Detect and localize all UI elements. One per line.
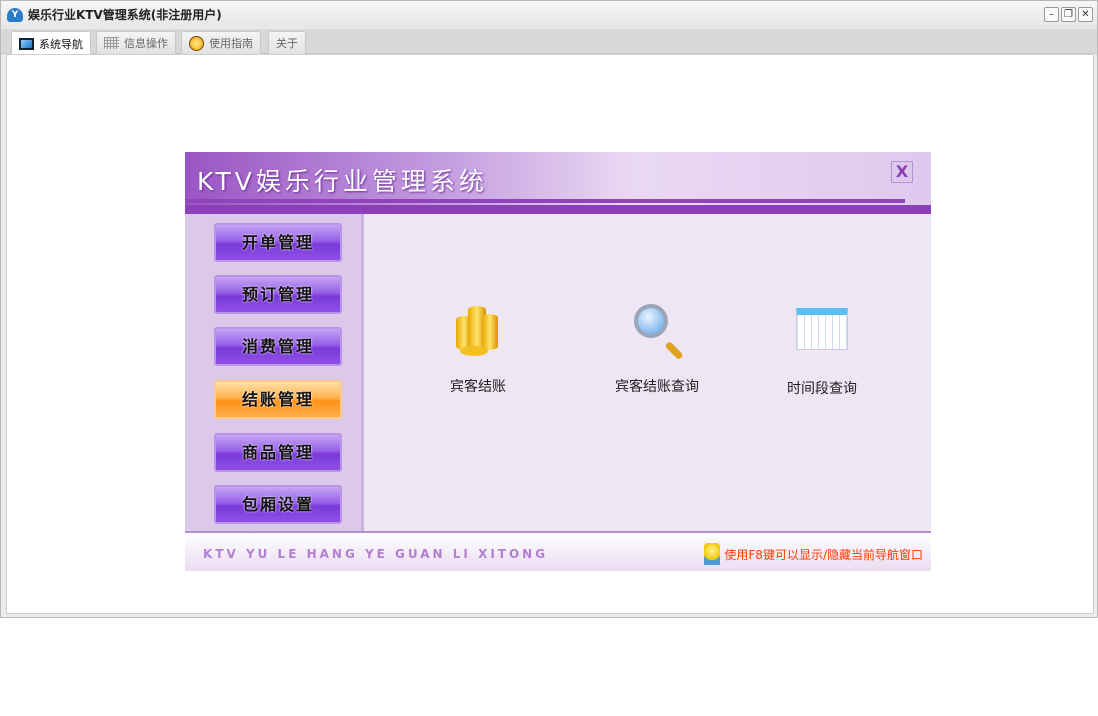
coins-icon (450, 302, 506, 358)
nav-rooms[interactable]: 包厢设置 (214, 485, 342, 524)
magnifier-icon (629, 302, 685, 361)
nav-reservation[interactable]: 预订管理 (214, 275, 342, 314)
action-label: 宾客结账 (450, 379, 506, 395)
tab-about[interactable]: 关于 (268, 31, 306, 54)
action-label: 宾客结账查询 (615, 379, 699, 395)
header-band (185, 205, 931, 214)
action-label: 时间段查询 (787, 381, 857, 397)
panel-header: KTV娱乐行业管理系统 X (185, 152, 931, 214)
calendar-icon (794, 304, 850, 360)
footer-pinyin: KTV YU LE HANG YE GUAN LI XITONG (203, 547, 549, 561)
navigation-panel: KTV娱乐行业管理系统 X 开单管理 预订管理 消费管理 结账管理 商品管理 包… (185, 152, 931, 571)
nav-checkout[interactable]: 结账管理 (214, 380, 342, 419)
tab-label: 信息操作 (124, 37, 168, 50)
nav-open-order[interactable]: 开单管理 (214, 223, 342, 262)
hint-text: 使用F8键可以显示/隐藏当前导航窗口 (724, 547, 923, 562)
monitor-icon (19, 37, 34, 50)
tab-label: 系统导航 (39, 37, 83, 51)
sidebar: 开单管理 预订管理 消费管理 结账管理 商品管理 包厢设置 (185, 214, 364, 531)
tab-bar: 系统导航 信息操作 使用指南 关于 (1, 29, 1097, 55)
footer-hint: 使用F8键可以显示/隐藏当前导航窗口 (704, 543, 923, 565)
guest-checkout-action[interactable]: 宾客结账 (418, 302, 538, 396)
grid-icon (104, 37, 119, 49)
lightbulb-icon (704, 543, 721, 565)
tab-system-nav[interactable]: 系统导航 (11, 31, 91, 55)
help-icon (189, 35, 204, 51)
panel-footer: KTV YU LE HANG YE GUAN LI XITONG 使用F8键可以… (185, 531, 931, 571)
tab-info-ops[interactable]: 信息操作 (96, 31, 176, 54)
nav-consumption[interactable]: 消费管理 (214, 327, 342, 366)
nav-products[interactable]: 商品管理 (214, 433, 342, 472)
minimize-button[interactable]: – (1044, 7, 1059, 22)
panel-title: KTV娱乐行业管理系统 (197, 167, 488, 196)
app-logo-icon: Y (7, 7, 23, 22)
close-window-button[interactable]: ✕ (1078, 7, 1093, 22)
header-divider (185, 199, 905, 203)
title-bar: Y 娱乐行业KTV管理系统(非注册用户) – ❐ ✕ (1, 1, 1097, 28)
close-panel-button[interactable]: X (891, 161, 913, 183)
tab-user-guide[interactable]: 使用指南 (181, 31, 261, 54)
checkout-query-action[interactable]: 宾客结账查询 (597, 302, 717, 396)
tab-label: 关于 (276, 37, 298, 50)
restore-button[interactable]: ❐ (1061, 7, 1076, 22)
window-title: 娱乐行业KTV管理系统(非注册用户) (28, 8, 222, 22)
time-period-query-action[interactable]: 时间段查询 (762, 304, 882, 398)
tab-label: 使用指南 (209, 37, 253, 50)
